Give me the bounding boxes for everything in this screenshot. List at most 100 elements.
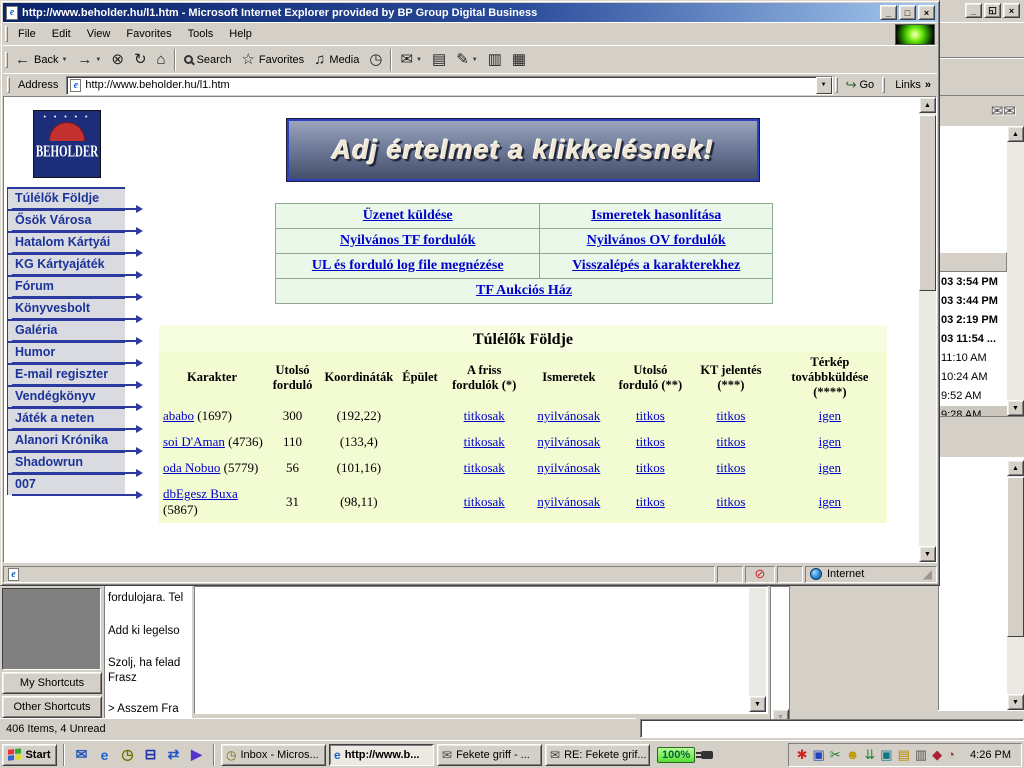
fan-utility-tray-icon[interactable]: ✱ <box>797 748 808 761</box>
sidebar-item-j-t-k-a-neten[interactable]: Játék a neten <box>7 407 125 429</box>
knowledge-link[interactable]: nyilvánosak <box>537 460 600 475</box>
last-turn-link[interactable]: titkos <box>636 460 665 475</box>
message-list-item[interactable]: 11:10 AM <box>938 349 1007 368</box>
menu-favorites[interactable]: Favorites <box>118 24 179 44</box>
character-link[interactable]: oda Nobuo <box>163 460 220 475</box>
sidebar-item-t-l-l-k-f-ldje[interactable]: Túlélők Földje <box>7 187 125 209</box>
character-link[interactable]: ababo <box>163 408 194 423</box>
sidebar-item-vend-gk-nyv[interactable]: Vendégkönyv <box>7 385 125 407</box>
message-list-header[interactable] <box>938 252 1007 272</box>
message-list-item[interactable]: 03 3:44 PM <box>938 292 1007 311</box>
search-tray-icon[interactable]: ◔ <box>947 748 955 761</box>
kt-report-link[interactable]: titkos <box>716 460 745 475</box>
close-icon[interactable]: × <box>918 5 935 20</box>
my-shortcuts-button[interactable]: My Shortcuts <box>2 672 102 694</box>
menu-tools[interactable]: Tools <box>180 24 222 44</box>
message-list-item[interactable]: 03 3:54 PM <box>938 273 1007 292</box>
scroll-thumb[interactable] <box>1007 477 1024 637</box>
page-link-nyilv-nos-tf-fordul-k[interactable]: Nyilvános TF fordulók <box>340 233 475 248</box>
task-button-inbox-micros[interactable]: ◷Inbox - Micros... <box>221 744 326 766</box>
reading-pane-scrollbar[interactable]: ▼ <box>749 588 766 712</box>
search-button[interactable]: Search <box>179 48 237 72</box>
message-list-item[interactable]: 10:24 AM <box>938 368 1007 387</box>
antivirus-tray-icon[interactable]: ◆ <box>932 748 942 761</box>
fresh-turns-link[interactable]: titkosak <box>464 494 505 509</box>
kt-report-link[interactable]: titkos <box>716 494 745 509</box>
toolbar-grip[interactable] <box>7 77 10 93</box>
sidebar-item-alanori-kr-nika[interactable]: Alanori Krónika <box>7 429 125 451</box>
fresh-turns-link[interactable]: titkosak <box>464 408 505 423</box>
last-turn-link[interactable]: titkos <box>636 408 665 423</box>
sidebar-item-humor[interactable]: Humor <box>7 341 125 363</box>
app-s-tray-icon[interactable]: ▣ <box>812 748 824 761</box>
knowledge-link[interactable]: nyilvánosak <box>537 434 600 449</box>
forward-button[interactable]: →▼ <box>72 48 106 72</box>
scroll-up-icon[interactable]: ▲ <box>1007 126 1024 142</box>
list-pane-scrollbar[interactable]: ▼ <box>770 586 790 726</box>
scissors-tray-icon[interactable]: ✂ <box>830 748 841 761</box>
scroll-down-icon[interactable]: ▼ <box>919 546 936 562</box>
scroll-up-icon[interactable]: ▲ <box>919 97 936 113</box>
toolbar-grip[interactable] <box>835 77 838 93</box>
sidebar-item-f-rum[interactable]: Fórum <box>7 275 125 297</box>
privacy-report-icon[interactable]: ⊘ <box>745 566 775 583</box>
menu-edit[interactable]: Edit <box>44 24 79 44</box>
message-list-scrollbar[interactable]: ▲ ▼ <box>1007 126 1024 416</box>
dropdown-arrow-icon[interactable]: ▼ <box>472 57 478 63</box>
address-url[interactable]: http://www.beholder.hu/l1.htm <box>85 79 815 91</box>
knowledge-link[interactable]: nyilvánosak <box>537 408 600 423</box>
restore-icon[interactable]: ◱ <box>984 3 1001 18</box>
menu-help[interactable]: Help <box>221 24 260 44</box>
internet-explorer-icon[interactable]: e <box>94 744 115 765</box>
start-button[interactable]: Start <box>2 744 57 766</box>
menu-view[interactable]: View <box>79 24 119 44</box>
map-forward-link[interactable]: igen <box>819 408 841 423</box>
page-link-zenet-k-ld-se[interactable]: Üzenet küldése <box>363 208 453 223</box>
maximize-icon[interactable]: □ <box>899 5 916 20</box>
sidebar-item-e-mail-regiszter[interactable]: E-mail regiszter <box>7 363 125 385</box>
page-link-ul-s-fordul-log-file-megn-z-se[interactable]: UL és forduló log file megnézése <box>312 258 504 273</box>
page-link-visszal-p-s-a-karakterekhez[interactable]: Visszalépés a karakterekhez <box>572 258 740 273</box>
updater-tray-icon[interactable]: ⇊ <box>864 748 875 761</box>
message-list-item[interactable]: 9:52 AM <box>938 387 1007 406</box>
sidebar-item-hatalom-k-rty-i[interactable]: Hatalom Kártyái <box>7 231 125 253</box>
resize-grip-icon[interactable]: ◢ <box>923 569 932 579</box>
toolbar-grip[interactable] <box>882 77 885 93</box>
outlook-clock-icon[interactable]: ◷ <box>117 744 138 765</box>
go-button[interactable]: ↪ Go <box>840 77 881 93</box>
links-button[interactable]: Links » <box>887 79 935 91</box>
page-link-nyilv-nos-ov-fordul-k[interactable]: Nyilvános OV fordulók <box>587 233 726 248</box>
task-button-http-www-b[interactable]: ehttp://www.b... <box>329 744 434 766</box>
kt-report-link[interactable]: titkos <box>716 434 745 449</box>
last-turn-link[interactable]: titkos <box>636 494 665 509</box>
last-turn-link[interactable]: titkos <box>636 434 665 449</box>
minimize-icon[interactable]: _ <box>880 5 897 20</box>
sidebar-item-shadowrun[interactable]: Shadowrun <box>7 451 125 473</box>
dropdown-arrow-icon[interactable]: ▼ <box>95 57 101 63</box>
refresh-button[interactable]: ↻ <box>129 48 152 72</box>
scroll-down-icon[interactable]: ▼ <box>749 696 766 712</box>
map-forward-link[interactable]: igen <box>819 434 841 449</box>
page-scrollbar[interactable]: ▲ ▼ <box>919 97 936 562</box>
map-forward-link[interactable]: igen <box>819 494 841 509</box>
page-link-ismeretek-hasonl-t-sa[interactable]: Ismeretek hasonlítása <box>591 208 721 223</box>
minimize-icon[interactable]: _ <box>965 3 982 18</box>
stop-button[interactable]: ⊗ <box>106 48 129 72</box>
message-list-item[interactable]: 03 2:19 PM <box>938 311 1007 330</box>
scroll-thumb[interactable] <box>919 115 936 291</box>
floppy-save-icon[interactable]: ⊟ <box>140 744 161 765</box>
sidebar-item-k-nyvesbolt[interactable]: Könyvesbolt <box>7 297 125 319</box>
discuss-button[interactable]: ▥ <box>483 48 507 72</box>
battery-meter[interactable]: 100% <box>653 747 717 763</box>
task-button-re-fekete-grif[interactable]: ✉RE: Fekete grif... <box>545 744 650 766</box>
toolbar-grip[interactable] <box>5 26 8 42</box>
edit-button[interactable]: ✎▼ <box>451 48 483 72</box>
scroll-down-icon[interactable]: ▼ <box>1007 400 1024 416</box>
task-button-fekete-griff[interactable]: ✉Fekete griff - ... <box>437 744 542 766</box>
printer-tray-icon[interactable]: ▥ <box>915 748 927 761</box>
sidebar-item-gal-ria[interactable]: Galéria <box>7 319 125 341</box>
page-link-tf-aukci-s-h-z[interactable]: TF Aukciós Ház <box>476 283 572 298</box>
outlook-express-icon[interactable]: ✉ <box>71 744 92 765</box>
sidebar-item-kg-k-rtyaj-t-k[interactable]: KG Kártyajáték <box>7 253 125 275</box>
favorites-button[interactable]: ☆Favorites <box>236 48 309 72</box>
